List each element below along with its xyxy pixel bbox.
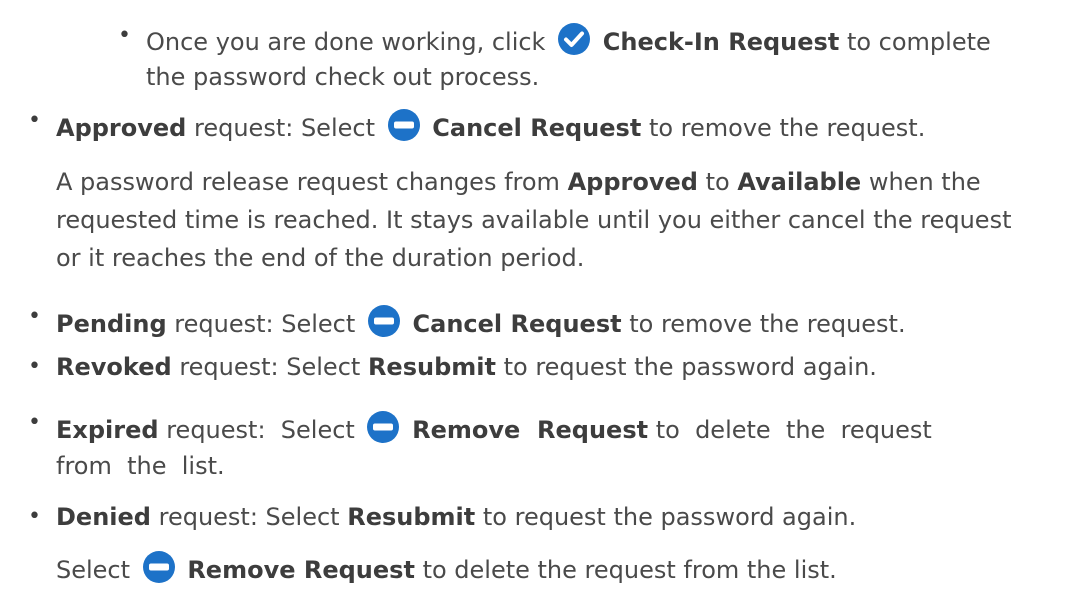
bullet: •	[28, 504, 41, 529]
denied-text1: request: Select	[158, 503, 340, 531]
minus-circle-icon	[366, 410, 400, 444]
expired-text1: request: Select	[166, 416, 355, 444]
revoked-text1: request: Select	[179, 353, 361, 381]
checkin-suffix: to complete	[846, 28, 991, 56]
note-status-available: Available	[737, 168, 862, 196]
bullet: •	[28, 354, 41, 379]
approved-text1: request: Select	[194, 114, 375, 142]
expired-text2: to delete the request	[655, 416, 932, 444]
denied-text2: to request the password again.	[482, 503, 857, 531]
bullet: •	[28, 108, 41, 133]
expired-action: Remove Request	[412, 416, 649, 444]
checkin-prefix: Once you are done working, click	[146, 28, 546, 56]
denied-action: Resubmit	[347, 503, 476, 531]
checkin-action: Check-In Request	[602, 28, 840, 56]
checkin-line2: the password check out process.	[146, 63, 540, 91]
pending-item: Pending request: Select Cancel Request t…	[56, 304, 906, 342]
minus-circle-icon	[142, 550, 176, 584]
minus-circle-icon	[387, 108, 421, 142]
bullet: •	[28, 410, 41, 435]
minus-circle-icon	[367, 304, 401, 338]
approved-note-line2: requested time is reached. It stays avai…	[56, 206, 1012, 234]
checkmark-circle-icon	[557, 22, 591, 56]
approved-status: Approved	[56, 114, 187, 142]
pending-text1: request: Select	[174, 310, 356, 338]
approved-note-line3: or it reaches the end of the duration pe…	[56, 244, 585, 272]
revoked-status: Revoked	[56, 353, 172, 381]
checkin-item: Once you are done working, click Check-I…	[146, 22, 991, 60]
approved-item: Approved request: Select Cancel Request …	[56, 108, 925, 146]
pending-action: Cancel Request	[412, 310, 622, 338]
approved-action: Cancel Request	[432, 114, 642, 142]
pending-text2: to remove the request.	[629, 310, 906, 338]
bullet: •	[28, 304, 41, 329]
note-text: to	[705, 168, 730, 196]
note-text: A password release request changes from	[56, 168, 560, 196]
note-status-approved: Approved	[567, 168, 698, 196]
revoked-text2: to request the password again.	[503, 353, 877, 381]
denied-note: Select Remove Request to delete the requ…	[56, 550, 837, 588]
pending-status: Pending	[56, 310, 167, 338]
denied-status: Denied	[56, 503, 151, 531]
expired-line2: from the list.	[56, 452, 225, 480]
expired-item: Expired request: Select Remove Request t…	[56, 410, 932, 448]
denied-note-text2: to delete the request from the list.	[422, 556, 837, 584]
bullet: •	[118, 23, 131, 48]
approved-text2: to remove the request.	[648, 114, 926, 142]
expired-status: Expired	[56, 416, 159, 444]
revoked-item: Revoked request: Select Resubmit to requ…	[56, 349, 877, 385]
revoked-action: Resubmit	[367, 353, 496, 381]
denied-item: Denied request: Select Resubmit to reque…	[56, 499, 856, 535]
note-text: when the	[868, 168, 981, 196]
denied-note-text1: Select	[56, 556, 131, 584]
approved-note-line1: A password release request changes from …	[56, 164, 981, 200]
help-document: { "colors": { "text": "#4a4a4a", "bold":…	[0, 0, 1087, 590]
denied-note-action: Remove Request	[187, 556, 415, 584]
